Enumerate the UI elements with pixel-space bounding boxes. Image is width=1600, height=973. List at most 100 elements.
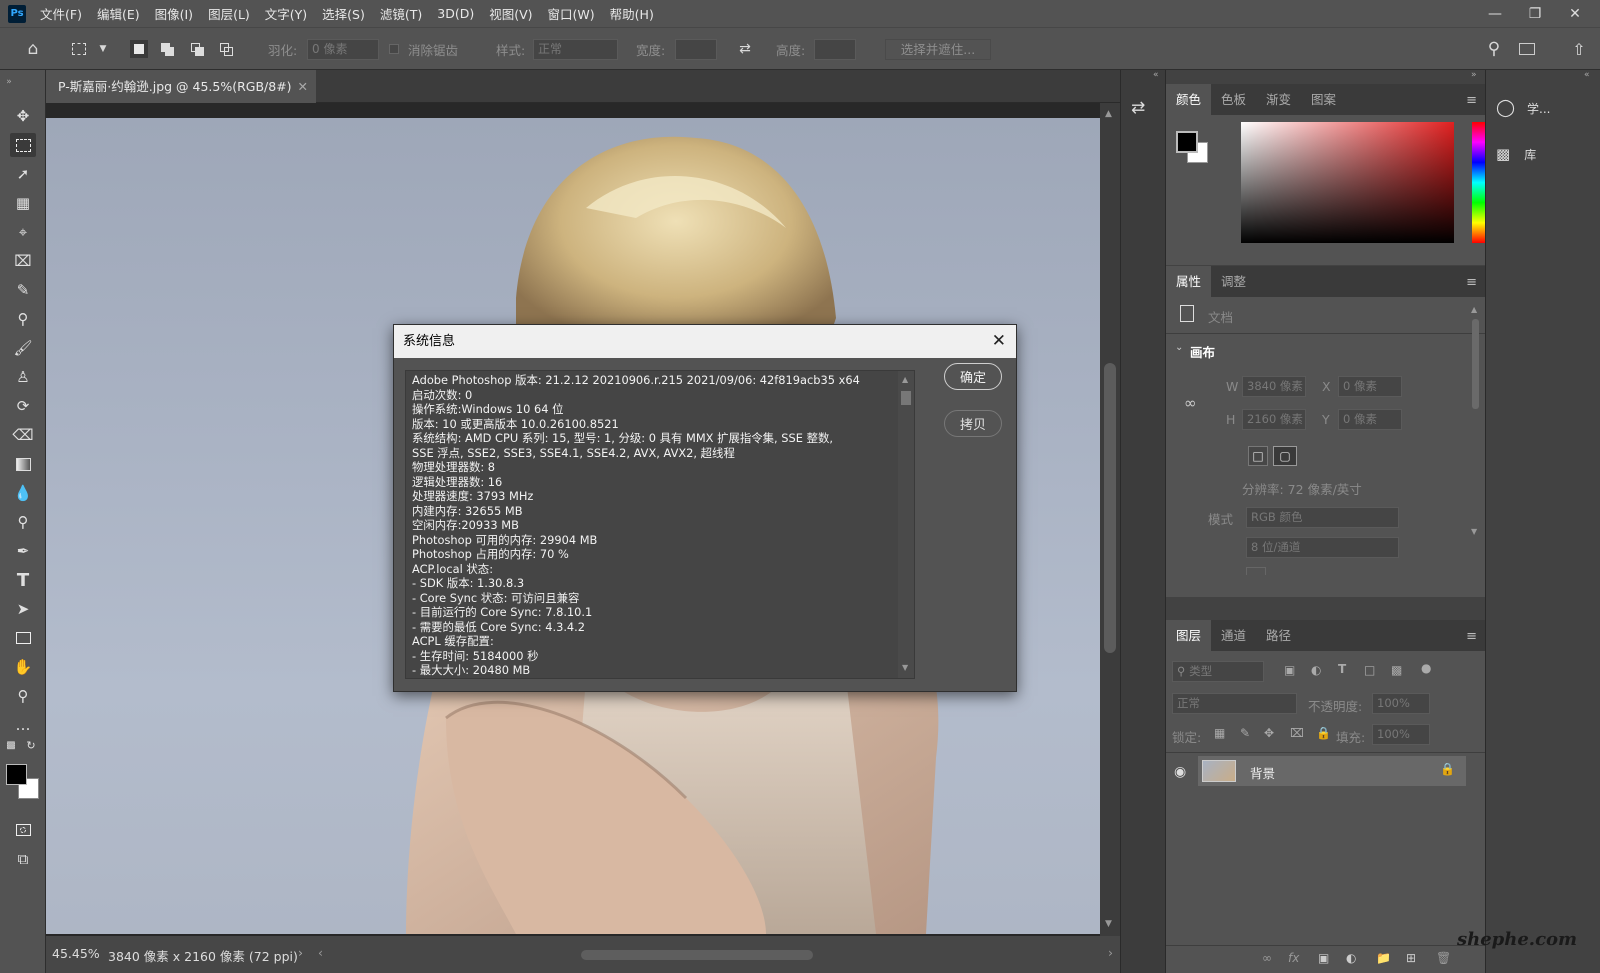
pen-tool-icon[interactable]: ✒ <box>10 539 36 563</box>
document-tab[interactable]: P-斯嘉丽·约翰逊.jpg @ 45.5%(RGB/8#) ✕ <box>46 70 316 103</box>
chevron-down-icon[interactable]: ⌄ <box>1175 342 1183 353</box>
scroll-right-icon[interactable]: › <box>1108 945 1113 960</box>
menu-view[interactable]: 视图(V) <box>489 4 532 23</box>
scroll-left-icon[interactable]: ‹ <box>318 945 323 960</box>
add-mask-icon[interactable]: ▣ <box>1318 951 1329 965</box>
healing-brush-tool-icon[interactable]: ⚲ <box>10 307 36 331</box>
tab-paths[interactable]: 路径 <box>1256 620 1301 651</box>
new-layer-icon[interactable]: ⊞ <box>1406 951 1416 965</box>
tab-properties[interactable]: 属性 <box>1166 266 1212 297</box>
move-tool-icon[interactable]: ✥ <box>10 104 36 128</box>
blur-tool-icon[interactable]: 💧 <box>10 481 36 505</box>
menu-3d[interactable]: 3D(D) <box>437 6 474 21</box>
zoom-tool-icon[interactable]: ⚲ <box>10 684 36 708</box>
canvas-vertical-scrollbar[interactable]: ▲ ▼ <box>1100 103 1120 936</box>
workspace-icon[interactable] <box>1518 40 1536 58</box>
scrollbar-thumb[interactable] <box>1472 319 1479 409</box>
canvas-y-input[interactable]: 0 像素 <box>1338 409 1402 430</box>
menu-edit[interactable]: 编辑(E) <box>97 4 140 23</box>
layer-row[interactable]: 背景 🔒 <box>1198 756 1466 786</box>
ok-button[interactable]: 确定 <box>944 363 1002 390</box>
photoshop-logo[interactable]: Ps <box>8 4 26 23</box>
learn-panel-button[interactable]: ◯ 学... <box>1496 94 1596 122</box>
tab-gradients[interactable]: 渐变 <box>1256 84 1301 115</box>
foreground-color-swatch[interactable] <box>6 764 27 785</box>
properties-scrollbar[interactable]: ▲ ▼ <box>1471 305 1479 536</box>
landscape-orientation-icon[interactable]: ▢ <box>1273 446 1297 466</box>
close-window-icon[interactable]: ✕ <box>1555 0 1595 27</box>
scroll-down-icon[interactable]: ▼ <box>902 663 908 672</box>
canvas-width-input[interactable]: 3840 像素 <box>1242 376 1306 397</box>
chevron-down-icon[interactable]: ▼ <box>94 40 112 58</box>
tab-patterns[interactable]: 图案 <box>1301 84 1346 115</box>
type-tool-icon[interactable]: T <box>10 568 36 592</box>
menu-file[interactable]: 文件(F) <box>40 4 82 23</box>
color-field[interactable] <box>1241 122 1454 243</box>
close-tab-icon[interactable]: ✕ <box>298 70 308 103</box>
scroll-up-icon[interactable]: ▲ <box>902 375 908 384</box>
swap-colors-icon[interactable]: ↻ <box>24 738 38 752</box>
eyedropper-tool-icon[interactable]: ✎ <box>10 278 36 302</box>
new-group-icon[interactable]: 📁 <box>1376 951 1391 965</box>
search-icon[interactable]: ⚲ <box>1485 39 1503 59</box>
lock-transparent-icon[interactable]: ▦ <box>1214 726 1225 740</box>
layer-filter-select[interactable]: ⚲ 类型 <box>1172 661 1264 682</box>
screen-mode-icon[interactable]: ⧉ <box>10 847 36 871</box>
filter-shape-icon[interactable]: □ <box>1364 663 1375 677</box>
fg-color-chip[interactable] <box>1176 131 1198 153</box>
rect-marquee-tool-icon[interactable] <box>10 133 36 157</box>
menu-image[interactable]: 图像(I) <box>155 4 193 23</box>
scroll-down-icon[interactable]: ▼ <box>1105 919 1112 929</box>
path-select-tool-icon[interactable]: ➤ <box>10 597 36 621</box>
stamp-tool-icon[interactable]: ♙ <box>10 365 36 389</box>
new-selection-icon[interactable] <box>130 40 148 58</box>
expand-panels-icon[interactable]: » <box>1471 70 1477 80</box>
expand-toolbar-icon[interactable]: » <box>2 76 16 88</box>
height-input[interactable] <box>814 39 856 60</box>
scroll-up-icon[interactable]: ▲ <box>1471 305 1477 314</box>
link-layers-icon[interactable]: ∞ <box>1262 951 1272 965</box>
tab-color[interactable]: 颜色 <box>1166 84 1212 115</box>
share-icon[interactable]: ⇧ <box>1570 40 1588 59</box>
history-panel-icon[interactable]: ⇄ <box>1131 98 1145 118</box>
bit-depth-select[interactable]: 8 位/通道 <box>1246 537 1399 558</box>
history-brush-tool-icon[interactable]: ⟳ <box>10 394 36 418</box>
scrollbar-thumb[interactable] <box>901 391 911 405</box>
tab-layers[interactable]: 图层 <box>1166 620 1212 651</box>
home-icon[interactable]: ⌂ <box>24 39 42 59</box>
menu-window[interactable]: 窗口(W) <box>548 4 595 23</box>
zoom-level[interactable]: 45.45% <box>52 946 100 961</box>
scroll-down-icon[interactable]: ▼ <box>1471 527 1477 536</box>
subtract-selection-icon[interactable] <box>188 40 206 58</box>
layer-name[interactable]: 背景 <box>1250 763 1275 782</box>
collapse-dock-icon[interactable]: « <box>1153 70 1159 80</box>
minimize-icon[interactable]: — <box>1475 0 1515 27</box>
add-selection-icon[interactable] <box>158 40 176 58</box>
portrait-orientation-icon[interactable]: □ <box>1248 446 1268 466</box>
rectangle-tool-icon[interactable] <box>10 626 36 650</box>
scroll-up-icon[interactable]: ▲ <box>1105 109 1112 119</box>
feather-input[interactable]: 0 像素 <box>307 39 379 60</box>
lock-pixels-icon[interactable]: ✎ <box>1240 726 1250 740</box>
default-colors-icon[interactable]: ▩ <box>4 738 18 752</box>
intersect-selection-icon[interactable] <box>217 40 235 58</box>
select-and-mask-button[interactable]: 选择并遮住... <box>885 39 991 60</box>
menu-select[interactable]: 选择(S) <box>322 4 365 23</box>
tab-swatches[interactable]: 色板 <box>1211 84 1256 115</box>
horizontal-scrollbar-thumb[interactable] <box>581 950 813 960</box>
quick-mask-icon[interactable] <box>10 818 36 842</box>
style-select[interactable]: 正常 <box>533 39 618 60</box>
antialias-checkbox[interactable] <box>388 40 400 58</box>
dialog-titlebar[interactable]: 系统信息 ✕ <box>394 325 1016 358</box>
system-info-textarea[interactable]: Adobe Photoshop 版本: 21.2.12 20210906.r.2… <box>405 370 915 679</box>
layer-effects-icon[interactable]: fx <box>1288 951 1299 965</box>
collapse-dock-icon[interactable]: « <box>1584 70 1590 80</box>
dialog-scrollbar[interactable]: ▲ ▼ <box>898 371 914 678</box>
filter-pixel-icon[interactable]: ▣ <box>1284 663 1295 677</box>
filter-type-icon[interactable]: T <box>1338 662 1346 676</box>
crop-tool-icon[interactable]: ⌖ <box>10 220 36 244</box>
canvas-section-title[interactable]: 画布 <box>1190 342 1215 361</box>
link-icon[interactable]: ∞ <box>1184 394 1197 412</box>
layer-lock-icon[interactable]: 🔒 <box>1440 762 1455 776</box>
status-menu-chevron-icon[interactable]: › <box>298 945 303 960</box>
